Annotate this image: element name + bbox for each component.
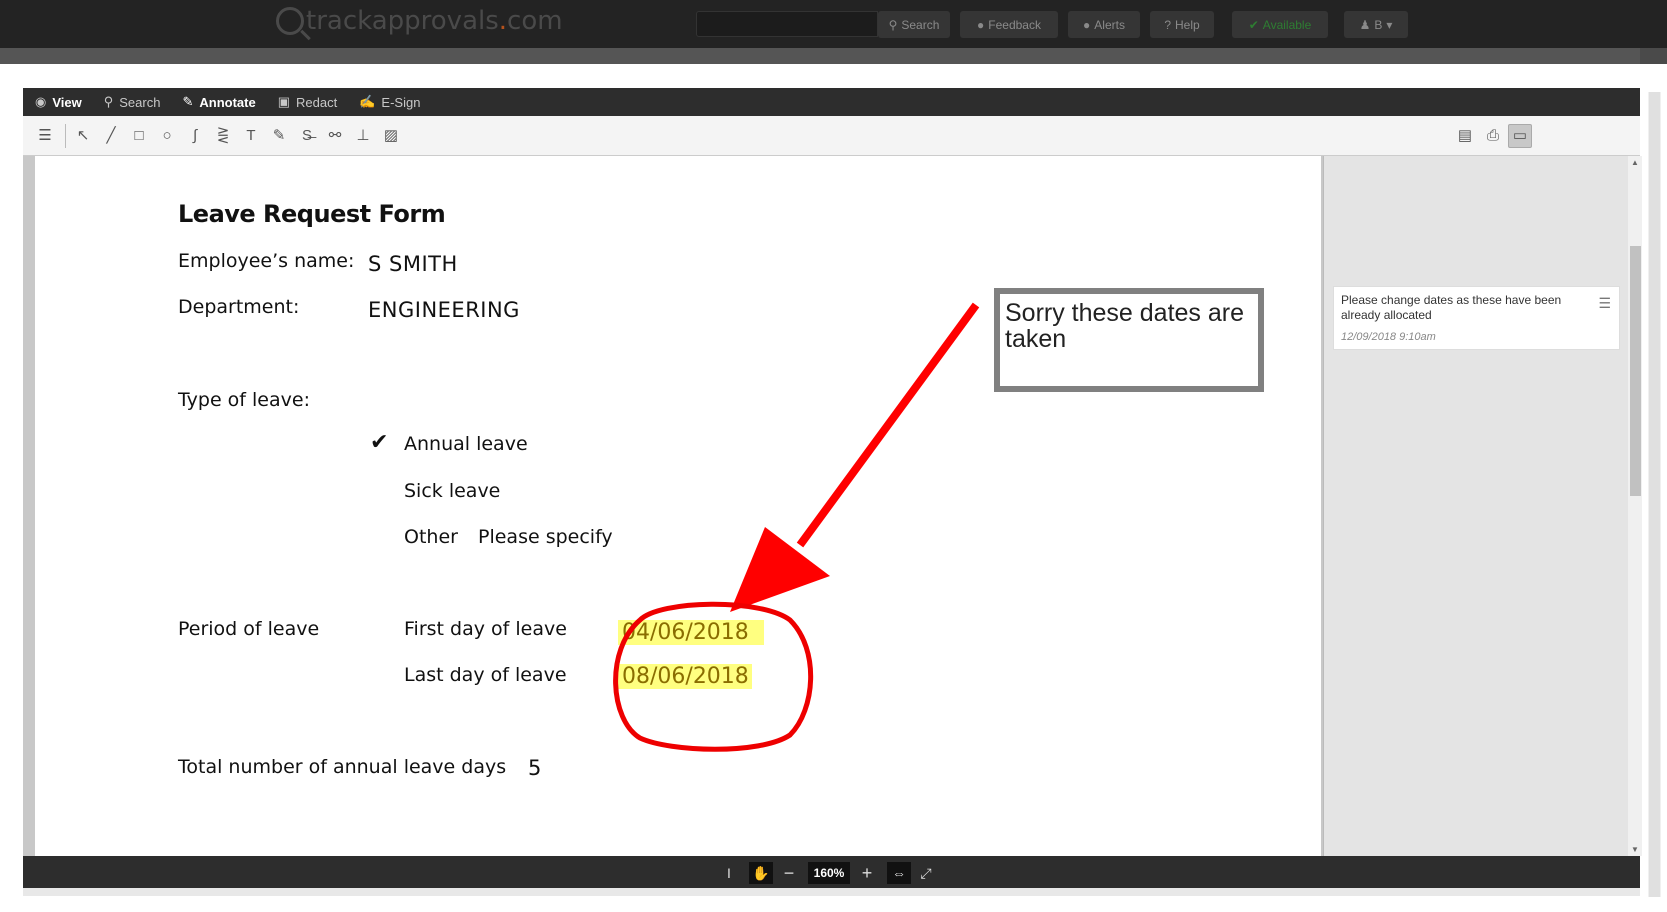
first-day-value: 04/06/2018 [618,620,764,645]
caret-down-icon: ▾ [1386,17,1393,32]
highlight-tool-icon[interactable]: ✎ [269,127,289,145]
pencil-icon: ✎ [182,94,194,109]
comment-menu-icon[interactable]: ☰ [1598,295,1611,312]
employee-label: Employee’s name: [178,250,355,272]
logo[interactable]: trackapprovals. com [276,6,563,36]
tab-annotate[interactable]: ✎ Annotate [182,94,255,110]
type-of-leave-label: Type of leave: [178,389,310,411]
redact-icon: ▣ [277,94,291,109]
department-value: ENGINEERING [368,298,520,322]
check-icon: ✔ [1248,17,1259,32]
comments-panel: Please change dates as these have been a… [1323,156,1628,856]
leave-option-annual: Annual leave [404,433,528,455]
total-days-value: 5 [528,756,542,780]
logo-tld: com [507,6,563,36]
alert-icon: ● [1083,17,1091,32]
print-icon[interactable]: ⎙ [1483,127,1503,145]
employee-value: S SMITH [368,252,458,276]
comments-toggle-icon[interactable]: ▭ [1508,124,1532,148]
search-icon: ⚲ [888,17,898,32]
chat-icon: ● [977,17,985,32]
document-scrollbar[interactable]: ▲ ▼ [1628,156,1642,856]
pan-hand-icon[interactable]: ✋ [749,862,773,884]
department-label: Department: [178,296,300,318]
freehand-tool-icon[interactable]: ∫ [185,127,205,145]
strikethrough-tool-icon[interactable]: S̶ [297,127,317,145]
text-select-icon[interactable]: I [721,862,737,884]
tab-redact[interactable]: ▣ Redact [278,94,338,110]
ellipse-tool-icon[interactable]: ○ [157,127,177,145]
last-day-label: Last day of leave [404,664,567,686]
zoom-out-icon[interactable]: − [779,862,799,884]
checkmark-icon: ✔ [370,430,389,455]
first-day-label: First day of leave [404,618,567,640]
viewer-statusbar: I ✋ − 160% + ⇔ ⤢ [23,856,1640,888]
zoom-level[interactable]: 160% [808,862,850,884]
last-day-value: 08/06/2018 [618,664,752,689]
eye-icon: ◉ [35,94,47,109]
comment-timestamp: 12/09/2018 9:10am [1341,331,1436,343]
total-days-label: Total number of annual leave days [178,756,507,778]
leave-option-sick: Sick leave [404,480,501,502]
text-note-annotation[interactable]: Sorry these dates are taken [994,288,1264,392]
rectangle-tool-icon[interactable]: □ [129,127,149,145]
global-search-input[interactable] [696,11,878,37]
logo-dot: . [498,6,508,36]
help-icon: ? [1164,17,1171,32]
leave-option-other: Other [404,526,458,548]
text-tool-icon[interactable]: T [241,127,261,145]
image-tool-icon[interactable]: ▨ [381,127,401,145]
user-icon: ♟ [1359,17,1371,32]
search-button[interactable]: ⚲ Search [878,11,950,38]
list-icon[interactable]: ☰ [35,127,55,145]
availability-button[interactable]: ✔ Available [1232,11,1328,38]
other-specify-hint: Please specify [478,526,613,548]
scroll-up-icon[interactable]: ▲ [1631,158,1639,167]
alerts-button[interactable]: ● Alerts [1068,11,1140,38]
scroll-thumb[interactable] [1630,246,1641,496]
fit-width-icon[interactable]: ⇔ [887,862,911,884]
tab-esign[interactable]: ✍ E-Sign [359,94,420,110]
link-tool-icon[interactable]: ⚯ [325,127,345,145]
toolbar-divider [65,124,66,148]
feedback-button[interactable]: ● Feedback [960,11,1058,38]
form-title: Leave Request Form [178,200,446,228]
search-icon: ⚲ [103,94,114,109]
header-divider [0,48,1667,64]
annotation-toolbar: ☰ ↖ ╱ □ ○ ∫ ⋛ T ✎ S̶ ⚯ ⊥ ▨ ▤ ⎙ ▭ [23,116,1640,156]
line-tool-icon[interactable]: ╱ [101,127,121,145]
app-header: trackapprovals. com ⚲ Search ● Feedback ● Al… [0,0,1667,48]
tab-view[interactable]: ◉ View [35,94,82,110]
modal-scrollbar[interactable] [1648,92,1661,897]
scroll-down-icon[interactable]: ▼ [1631,845,1639,854]
save-icon[interactable]: ▤ [1455,127,1475,145]
comment-card[interactable]: Please change dates as these have been a… [1333,286,1620,350]
polyline-tool-icon[interactable]: ⋛ [213,127,233,145]
comment-text: Please change dates as these have been a… [1341,293,1562,322]
period-label: Period of leave [178,618,320,640]
user-menu-button[interactable]: ♟ B ▾ [1344,11,1408,38]
select-arrow-icon[interactable]: ↖ [73,127,93,145]
stamp-tool-icon[interactable]: ⊥ [353,127,373,145]
zoom-in-icon[interactable]: + [857,862,877,884]
logo-text: trackapprovals [306,6,499,36]
esign-icon: ✍ [359,94,376,109]
help-button[interactable]: ? Help [1150,11,1214,38]
viewer-tabs: ◉ View ⚲ Search ✎ Annotate ▣ Redact ✍ E-Sign [23,88,1640,116]
tab-search[interactable]: ⚲ Search [104,94,161,110]
fullscreen-icon[interactable]: ⤢ [915,862,937,884]
magnifier-logo-icon [276,7,304,35]
